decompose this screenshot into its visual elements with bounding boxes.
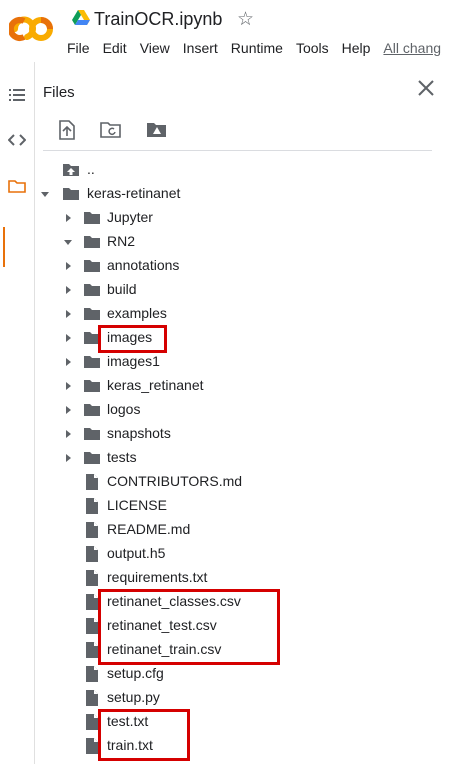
all-changes-link[interactable]: All chang: [383, 40, 441, 56]
upload-file-icon[interactable]: [56, 120, 78, 140]
folder-row[interactable]: keras-retinanet: [0, 182, 451, 206]
folder-row[interactable]: images1: [0, 350, 451, 374]
folder-icon: [84, 380, 100, 392]
tree-item-label: Jupyter: [107, 209, 153, 225]
tree-item-label: RN2: [107, 233, 136, 249]
file-row[interactable]: output.h5: [0, 542, 451, 566]
tree-item-label: README.md: [107, 521, 191, 537]
file-icon: [86, 522, 98, 538]
caret-right-icon[interactable]: [63, 213, 73, 223]
caret-right-icon[interactable]: [63, 333, 73, 343]
tree-item-label: keras-retinanet: [87, 185, 181, 201]
tree-item-label: keras_retinanet: [107, 377, 204, 393]
folder-row[interactable]: RN2: [0, 230, 451, 254]
toolbar-divider: [43, 150, 432, 151]
folder-icon: [84, 260, 100, 272]
folder-row[interactable]: build: [0, 278, 451, 302]
caret-right-icon[interactable]: [63, 357, 73, 367]
caret-right-icon[interactable]: [63, 429, 73, 439]
folder-icon: [84, 452, 100, 464]
caret-right-icon[interactable]: [63, 285, 73, 295]
tree-item-label: output.h5: [107, 545, 166, 561]
code-snippets-icon[interactable]: [8, 131, 26, 149]
google-drive-icon[interactable]: [72, 10, 90, 26]
menu-help[interactable]: Help: [342, 40, 371, 56]
files-panel-title: Files: [43, 84, 75, 101]
tree-item-label: images1: [107, 353, 160, 369]
tree-item-label: annotations: [107, 257, 180, 273]
tree-item-label: LICENSE: [107, 497, 167, 513]
file-row[interactable]: test.txt: [0, 710, 451, 734]
file-row[interactable]: train.txt: [0, 734, 451, 758]
highlight-box: [98, 589, 280, 665]
folder-icon: [63, 188, 79, 200]
table-of-contents-icon[interactable]: [8, 86, 26, 104]
tree-item-label: snapshots: [107, 425, 171, 441]
tree-item-label: build: [107, 281, 137, 297]
folder-icon: [84, 404, 100, 416]
file-icon: [86, 498, 98, 514]
highlight-box: [98, 325, 167, 353]
folder-row[interactable]: Jupyter: [0, 206, 451, 230]
file-icon: [86, 546, 98, 562]
file-icon: [86, 666, 98, 682]
mount-drive-icon[interactable]: [146, 120, 168, 140]
menu-file[interactable]: File: [67, 40, 90, 56]
notebook-header: TrainOCR.ipynb ☆ File Edit View Insert R…: [0, 0, 451, 62]
file-row[interactable]: requirements.txt: [0, 566, 451, 590]
tree-item-label: examples: [107, 305, 167, 321]
caret-right-icon[interactable]: [63, 405, 73, 415]
menu-runtime[interactable]: Runtime: [231, 40, 283, 56]
menu-edit[interactable]: Edit: [103, 40, 127, 56]
file-row[interactable]: setup.cfg: [0, 662, 451, 686]
folder-icon: [84, 308, 100, 320]
menu-bar: File Edit View Insert Runtime Tools Help…: [67, 40, 451, 56]
refresh-folder-icon[interactable]: [100, 120, 122, 140]
folder-row[interactable]: keras_retinanet: [0, 374, 451, 398]
folder-row[interactable]: logos: [0, 398, 451, 422]
tree-item-label: CONTRIBUTORS.md: [107, 473, 243, 489]
parent-folder-icon: [63, 164, 79, 176]
caret-down-icon[interactable]: [63, 237, 73, 247]
star-icon[interactable]: ☆: [237, 8, 254, 31]
folder-icon: [84, 356, 100, 368]
tree-item-label: tests: [107, 449, 137, 465]
folder-icon: [84, 284, 100, 296]
file-row[interactable]: LICENSE: [0, 494, 451, 518]
caret-right-icon[interactable]: [63, 261, 73, 271]
colab-logo[interactable]: [9, 14, 55, 44]
folder-icon: [84, 236, 100, 248]
folder-row[interactable]: images: [0, 326, 451, 350]
caret-right-icon[interactable]: [63, 381, 73, 391]
caret-right-icon[interactable]: [63, 309, 73, 319]
folder-row[interactable]: snapshots: [0, 422, 451, 446]
tree-item-label: setup.cfg: [107, 665, 164, 681]
file-icon: [86, 690, 98, 706]
folder-row[interactable]: ..: [0, 158, 451, 182]
caret-right-icon[interactable]: [63, 453, 73, 463]
tree-item-label: logos: [107, 401, 141, 417]
folder-row[interactable]: annotations: [0, 254, 451, 278]
close-icon[interactable]: [416, 78, 436, 98]
menu-insert[interactable]: Insert: [183, 40, 218, 56]
folder-row[interactable]: examples: [0, 302, 451, 326]
highlight-box: [98, 709, 190, 761]
file-row[interactable]: setup.py: [0, 686, 451, 710]
folder-row[interactable]: tests: [0, 446, 451, 470]
folder-icon: [84, 212, 100, 224]
file-icon: [86, 474, 98, 490]
file-row[interactable]: README.md: [0, 518, 451, 542]
menu-view[interactable]: View: [140, 40, 170, 56]
tree-item-label: setup.py: [107, 689, 160, 705]
file-row[interactable]: CONTRIBUTORS.md: [0, 470, 451, 494]
folder-icon: [84, 428, 100, 440]
menu-tools[interactable]: Tools: [296, 40, 329, 56]
tree-item-label: requirements.txt: [107, 569, 208, 585]
notebook-title[interactable]: TrainOCR.ipynb: [94, 9, 222, 30]
caret-down-icon[interactable]: [40, 189, 50, 199]
file-icon: [86, 570, 98, 586]
tree-item-label: ..: [87, 161, 95, 177]
